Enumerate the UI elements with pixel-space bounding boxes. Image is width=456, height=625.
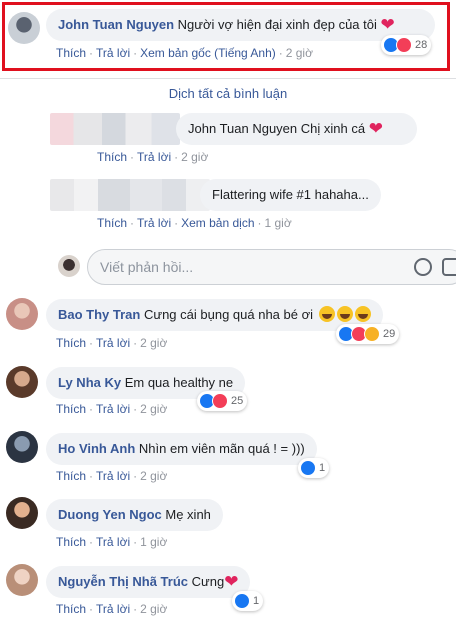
love-reaction-icon (396, 37, 412, 53)
avatar[interactable] (6, 431, 38, 463)
like-link[interactable]: Thích (56, 535, 86, 549)
reply-link[interactable]: Trả lời (96, 402, 130, 416)
comment-author[interactable]: Duong Yen Ngoc (58, 507, 162, 522)
reply-link[interactable]: Trả lời (137, 216, 171, 230)
avatar[interactable] (6, 497, 38, 529)
avatar[interactable] (8, 12, 40, 44)
heart-icon: ❤ (368, 119, 383, 138)
reaction-summary[interactable]: 25 (197, 391, 248, 411)
reply-actions: Thích · Trả lời · 2 giờ (97, 150, 209, 164)
laughing-emoji-icon (336, 306, 353, 322)
comment-actions: Thích · Trả lời · 2 giờ (56, 469, 168, 483)
comment-bubble: Nguyễn Thị Nhã Trúc Cưng❤ (46, 566, 251, 598)
reply-text: John Tuan Nguyen Chị xinh cá (188, 121, 366, 136)
comment-author[interactable]: Ho Vinh Anh (58, 441, 135, 456)
comment-bubble: Ho Vinh Anh Nhìn em viên mãn quá ! = ))) (46, 433, 317, 465)
reply-link[interactable]: Trả lời (96, 535, 130, 549)
avatar[interactable] (6, 298, 38, 330)
reaction-summary[interactable]: 1 (298, 458, 330, 478)
comment-text: Người vợ hiện đại xinh đẹp của tôi (177, 17, 377, 32)
reply-link[interactable]: Trả lời (96, 602, 130, 616)
reaction-count: 28 (415, 39, 428, 51)
blurred-avatar (50, 179, 210, 211)
reply-bubble: Flattering wife #1 hahaha... (200, 179, 381, 211)
timestamp[interactable]: 2 giờ (140, 336, 167, 350)
like-link[interactable]: Thích (97, 150, 127, 164)
emoji-icon[interactable] (414, 258, 432, 276)
comment-author[interactable]: Ly Nha Ky (58, 375, 121, 390)
reply-actions: Thích · Trả lời · Xem bản dịch · 1 giờ (97, 216, 292, 230)
like-link[interactable]: Thích (56, 336, 86, 350)
see-translation-link[interactable]: Xem bản dịch (181, 216, 254, 230)
timestamp[interactable]: 2 giờ (140, 602, 167, 616)
reply-input[interactable] (100, 259, 400, 275)
reply-bubble: John Tuan Nguyen Chị xinh cá ❤ (176, 113, 417, 145)
comment-bubble: Bao Thy Tran Cưng cái bụng quá nha bé ơi (46, 299, 383, 331)
comment-text: Cưng (191, 574, 225, 589)
comment-author[interactable]: Bao Thy Tran (58, 307, 140, 322)
comment-actions: Thích · Trả lời · 2 giờ (56, 602, 168, 616)
like-link[interactable]: Thích (97, 216, 127, 230)
reply-link[interactable]: Trả lời (96, 469, 130, 483)
translate-all-link[interactable]: Dịch tất cả bình luận (0, 78, 456, 106)
blurred-avatar (50, 113, 180, 145)
comment-bubble: John Tuan Nguyen Người vợ hiện đại xinh … (46, 9, 435, 41)
comment-actions: Thích · Trả lời · 2 giờ (56, 336, 168, 350)
like-link[interactable]: Thích (56, 402, 86, 416)
avatar[interactable] (6, 564, 38, 596)
comment-text: Em qua healthy ne (124, 375, 234, 390)
reply-text: Flattering wife #1 hahaha... (212, 187, 369, 202)
comment-text: Mẹ xinh (165, 507, 211, 522)
reaction-summary[interactable]: 1 (232, 591, 264, 611)
comment-actions: Thích · Trả lời · 1 giờ (56, 535, 168, 549)
current-user-avatar (58, 255, 80, 277)
comment-text: Nhìn em viên mãn quá ! = ))) (138, 441, 305, 456)
camera-icon[interactable] (442, 258, 456, 276)
like-link[interactable]: Thích (56, 602, 86, 616)
reaction-count: 1 (319, 462, 326, 474)
timestamp[interactable]: 2 giờ (181, 150, 208, 164)
comment-bubble: Duong Yen Ngoc Mẹ xinh (46, 499, 223, 531)
reaction-count: 1 (253, 595, 260, 607)
like-link[interactable]: Thích (56, 46, 86, 60)
timestamp[interactable]: 2 giờ (286, 46, 313, 60)
reaction-count: 29 (383, 328, 396, 340)
reply-link[interactable]: Trả lời (96, 336, 130, 350)
avatar[interactable] (6, 366, 38, 398)
comment-text: Cưng cái bụng quá nha bé ơi (143, 307, 313, 322)
laughing-emoji-icon (318, 306, 335, 322)
timestamp[interactable]: 2 giờ (140, 402, 167, 416)
haha-reaction-icon (364, 326, 380, 342)
reaction-summary[interactable]: 28 (381, 35, 432, 55)
timestamp[interactable]: 1 giờ (140, 535, 167, 549)
reply-composer (87, 249, 456, 285)
see-original-link[interactable]: Xem bản gốc (Tiếng Anh) (140, 46, 276, 60)
reply-link[interactable]: Trả lời (137, 150, 171, 164)
comment-author[interactable]: Nguyễn Thị Nhã Trúc (58, 574, 188, 589)
timestamp[interactable]: 2 giờ (140, 469, 167, 483)
comment-actions: Thích · Trả lời · Xem bản gốc (Tiếng Anh) · 2 … (56, 46, 313, 60)
laughing-emoji-icon (354, 306, 371, 322)
timestamp[interactable]: 1 giờ (265, 216, 292, 230)
comment-author[interactable]: John Tuan Nguyen (58, 17, 174, 32)
like-link[interactable]: Thích (56, 469, 86, 483)
love-reaction-icon (212, 393, 228, 409)
like-reaction-icon (300, 460, 316, 476)
like-reaction-icon (234, 593, 250, 609)
comment-actions: Thích · Trả lời · 2 giờ (56, 402, 168, 416)
reaction-summary[interactable]: 29 (336, 324, 400, 344)
reaction-count: 25 (231, 395, 244, 407)
reply-link[interactable]: Trả lời (96, 46, 130, 60)
